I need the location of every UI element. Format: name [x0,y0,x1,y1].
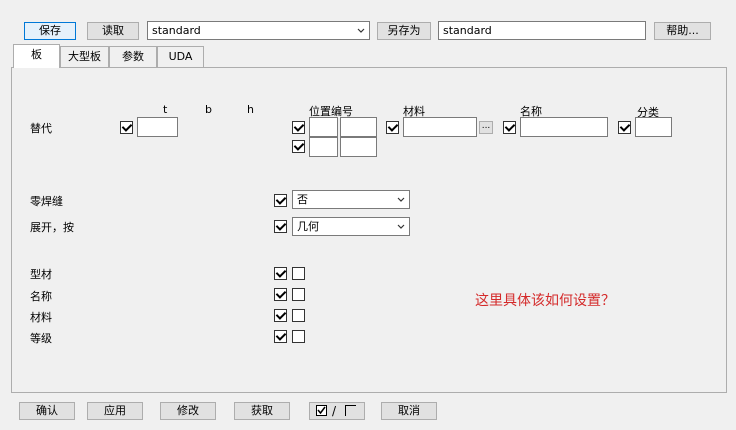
unfold-by-checkbox[interactable] [274,220,287,233]
material-value-checkbox[interactable] [292,309,305,322]
save-as-name-input[interactable]: standard [438,21,646,40]
unfold-by-select-value: 几何 [297,220,319,233]
chevron-down-icon [357,28,365,33]
header-h: h [247,103,254,116]
grade-enable-checkbox[interactable] [274,330,287,343]
material-checkbox[interactable] [386,121,399,134]
tab-uda[interactable]: UDA [157,46,204,67]
chevron-down-icon [397,197,405,202]
preset-select[interactable]: standard [147,21,370,40]
save-as-button[interactable]: 另存为 [377,22,431,40]
name-checkbox[interactable] [503,121,516,134]
toggle-all-button[interactable]: / [309,402,365,420]
assembly-prefix-input[interactable] [309,137,338,157]
ok-button[interactable]: 确认 [19,402,75,420]
modify-button[interactable]: 修改 [160,402,216,420]
class-input[interactable] [635,117,672,137]
header-t: t [163,103,168,116]
position-number-checkbox[interactable] [292,121,305,134]
cancel-button[interactable]: 取消 [381,402,437,420]
name-enable-checkbox[interactable] [274,288,287,301]
grade-label: 等级 [30,332,52,345]
apply-button[interactable]: 应用 [87,402,143,420]
unchecked-box-icon [345,405,356,416]
tab-plate[interactable]: 板 [13,44,60,68]
name-input[interactable] [520,117,608,137]
material-enable-checkbox[interactable] [274,309,287,322]
profile-value-checkbox[interactable] [292,267,305,280]
load-button[interactable]: 读取 [87,22,139,40]
material-browse-button[interactable]: ... [479,121,493,134]
thickness-input[interactable] [137,117,178,137]
annotation-text: 这里具体该如何设置？ [475,293,615,309]
replace-thickness-checkbox[interactable] [120,121,133,134]
help-button[interactable]: 帮助... [654,22,711,40]
zero-weld-select[interactable]: 否 [292,190,410,209]
zero-weld-checkbox[interactable] [274,194,287,207]
preset-select-value: standard [152,24,201,37]
name-row-label: 名称 [30,290,52,303]
name-value-checkbox[interactable] [292,288,305,301]
header-b: b [205,103,212,116]
checked-box-icon [316,405,327,416]
material-row-label: 材料 [30,311,52,324]
class-checkbox[interactable] [618,121,631,134]
unfold-by-label: 展开，按 [30,221,74,234]
grade-value-checkbox[interactable] [292,330,305,343]
zero-weld-select-value: 否 [297,193,308,206]
profile-label: 型材 [30,268,52,281]
replace-label: 替代 [30,122,52,135]
profile-enable-checkbox[interactable] [274,267,287,280]
get-button[interactable]: 获取 [234,402,290,420]
assembly-number-checkbox[interactable] [292,140,305,153]
save-button[interactable]: 保存 [24,22,76,40]
tab-large-plate[interactable]: 大型板 [60,46,109,67]
material-input[interactable] [403,117,477,137]
position-prefix-input[interactable] [309,117,338,137]
unfold-by-select[interactable]: 几何 [292,217,410,236]
position-start-input[interactable] [340,117,377,137]
tab-parameters[interactable]: 参数 [109,46,157,67]
assembly-start-input[interactable] [340,137,377,157]
toggle-separator: / [332,404,337,418]
zero-weld-label: 零焊缝 [30,195,63,208]
chevron-down-icon [397,224,405,229]
